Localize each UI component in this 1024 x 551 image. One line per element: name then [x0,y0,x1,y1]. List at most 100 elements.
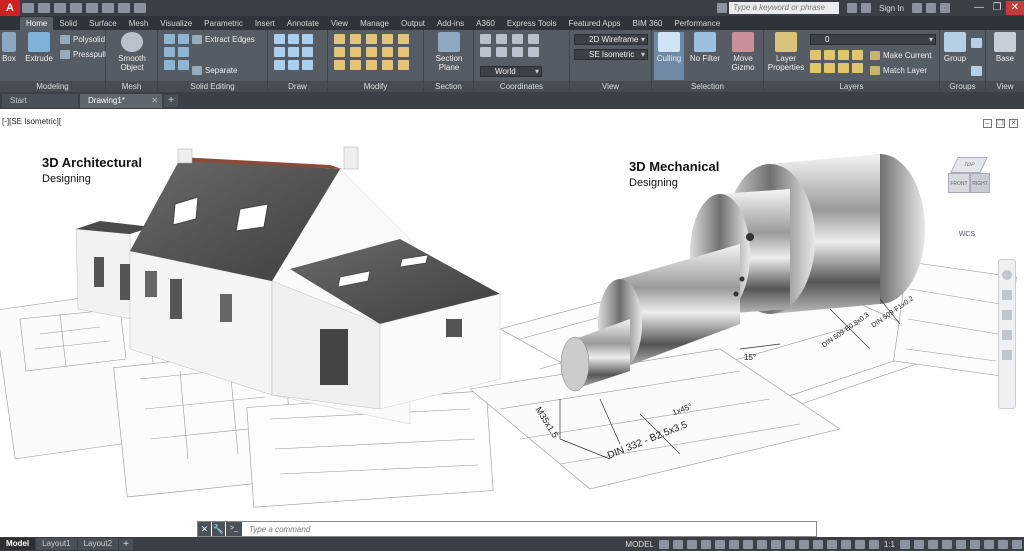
tab-annotate[interactable]: Annotate [281,17,325,30]
align-icon[interactable] [382,60,393,70]
ucs-y-icon[interactable] [496,47,507,57]
ucs-z-icon[interactable] [512,47,523,57]
selection-filter-icon[interactable] [826,539,837,549]
add-layout-button[interactable]: + [119,538,134,550]
trim-icon[interactable] [366,34,377,44]
panel-solid-editing-title[interactable]: Solid Editing [158,81,267,92]
panel-view-base-title[interactable]: View [986,81,1024,92]
search-input[interactable]: Type a keyword or phrase [729,2,840,14]
ucs-view-icon[interactable] [528,34,539,44]
pan-icon[interactable] [1002,290,1012,300]
panel-draw-title[interactable]: Draw [268,81,327,92]
snap-icon[interactable] [672,539,683,549]
panel-selection-title[interactable]: Selection [652,81,763,92]
tab-insert[interactable]: Insert [249,17,281,30]
circle-icon[interactable] [302,34,313,44]
tab-featured-apps[interactable]: Featured Apps [563,17,627,30]
ucs-world-icon[interactable] [496,34,507,44]
isodraft-icon[interactable] [714,539,725,549]
panel-view-title[interactable]: View [570,81,651,92]
layer-lock-icon[interactable] [852,50,863,60]
orbit-icon[interactable] [1002,330,1012,340]
viewport-label[interactable]: [-][SE Isometric][ [2,117,61,126]
culling-button[interactable]: Culling [654,32,684,80]
tab-visualize[interactable]: Visualize [154,17,198,30]
panel-modeling-title[interactable]: Modeling [0,81,105,92]
clean-screen-icon[interactable] [998,539,1008,549]
move-gizmo-button[interactable]: Move Gizmo [726,32,760,72]
rectangle-icon[interactable] [302,47,313,57]
separate-button[interactable]: Separate [192,66,237,75]
selection-cycling-icon[interactable] [784,539,795,549]
tab-mesh[interactable]: Mesh [123,17,155,30]
slice-icon[interactable] [164,60,175,70]
visual-style-dropdown[interactable]: 2D Wireframe [574,34,648,45]
annotation-visibility-icon[interactable] [854,539,865,549]
undo-icon[interactable] [102,3,114,13]
file-tab-start[interactable]: Start [2,93,78,108]
layer-thaw-icon[interactable] [838,63,849,73]
command-close-icon[interactable]: ✕ [198,522,211,536]
chamfer-icon[interactable] [366,60,377,70]
tab-solid[interactable]: Solid [53,17,83,30]
file-tab-drawing1[interactable]: Drawing1* ✕ [80,93,162,108]
thicken-icon[interactable] [178,60,189,70]
ucs-3point-icon[interactable] [528,47,539,57]
save-as-icon[interactable] [70,3,82,13]
intersect-icon[interactable] [164,47,175,57]
close-button[interactable]: ✕ [1006,1,1024,15]
ucs-icon[interactable] [480,34,491,44]
view-dropdown[interactable]: SE Isometric [574,49,648,60]
tab-home[interactable]: Home [20,17,54,30]
file-tab-close-icon[interactable]: ✕ [151,94,158,108]
object-snap-tracking-icon[interactable] [728,539,739,549]
tab-bim-360[interactable]: BIM 360 [627,17,669,30]
arc-icon[interactable] [274,47,285,57]
new-icon[interactable] [22,3,34,13]
copy-icon[interactable] [382,34,393,44]
ungroup-icon[interactable] [971,38,982,48]
sign-in-link[interactable]: Sign In [879,4,904,13]
viewcube-top[interactable]: TOP [950,157,988,173]
tab-a360[interactable]: A360 [470,17,501,30]
layout-tab-layout2[interactable]: Layout2 [77,538,119,550]
box-button[interactable]: Box [0,32,18,63]
layer-unisolate-icon[interactable] [824,63,835,73]
polar-icon[interactable] [700,539,711,549]
object-snap-icon[interactable] [742,539,753,549]
tab-view[interactable]: View [325,17,354,30]
make-current-button[interactable]: Make Current [870,51,931,60]
polyline-icon[interactable] [288,34,299,44]
layer-freeze-icon[interactable] [838,50,849,60]
viewcube-right[interactable]: RIGHT [970,173,990,193]
command-input[interactable] [249,524,816,534]
layout-tab-layout1[interactable]: Layout1 [36,538,77,550]
lineweight-icon[interactable] [756,539,767,549]
viewport-restore-button[interactable]: ❐ [996,119,1005,128]
viewport-minimize-button[interactable]: – [983,119,992,128]
spline-icon[interactable] [288,47,299,57]
save-icon[interactable] [54,3,66,13]
explode-icon[interactable] [350,60,361,70]
redo-icon[interactable] [118,3,130,13]
layer-properties-button[interactable]: Layer Properties [766,32,806,72]
hardware-acceleration-icon[interactable] [984,539,994,549]
steering-wheel-icon[interactable] [1002,270,1012,280]
customization-icon[interactable] [1012,539,1022,549]
hatch-icon[interactable] [302,60,313,70]
help-icon[interactable] [940,3,950,13]
ucs-origin-icon[interactable] [512,34,523,44]
annotation-monitor-icon[interactable] [914,539,924,549]
tab-surface[interactable]: Surface [83,17,123,30]
viewcube[interactable]: TOP FRONT RIGHT [940,151,1000,211]
group-button[interactable]: Group [942,32,968,63]
command-customize-icon[interactable]: 🔧 [212,522,225,536]
panel-mesh-title[interactable]: Mesh [106,81,157,92]
layer-isolate-icon[interactable] [824,50,835,60]
tab-express-tools[interactable]: Express Tools [501,17,563,30]
panel-layers-title[interactable]: Layers [764,81,939,92]
exchange-icon[interactable] [912,3,922,13]
workspace-icon[interactable] [900,539,910,549]
erase-icon[interactable] [398,47,409,57]
dynamic-ucs-icon[interactable] [812,539,823,549]
